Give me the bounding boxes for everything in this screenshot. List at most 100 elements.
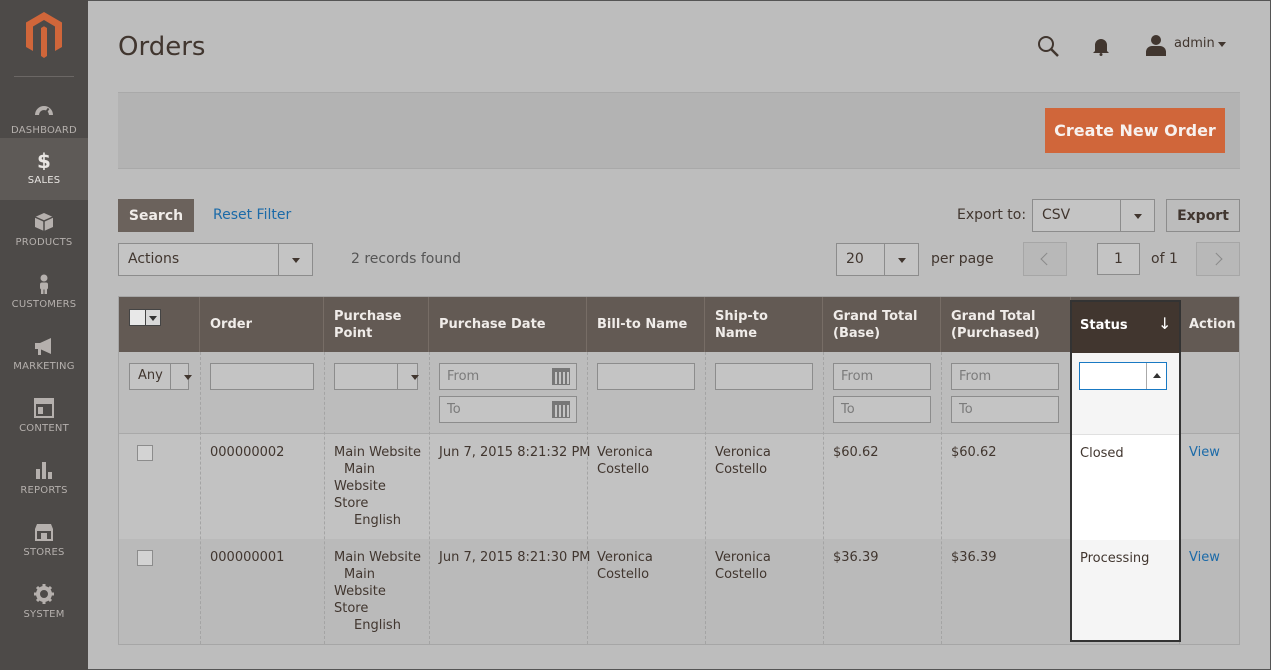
main-content: Orders admin Create New Order Search Res… bbox=[88, 0, 1270, 670]
reset-filter-link[interactable]: Reset Filter bbox=[213, 207, 291, 223]
create-new-order-button[interactable]: Create New Order bbox=[1045, 108, 1225, 153]
column-header-purchase-date[interactable]: Purchase Date bbox=[429, 297, 587, 352]
export-button[interactable]: Export bbox=[1166, 199, 1240, 232]
grand-total-base: $36.39 bbox=[833, 550, 879, 565]
column-divider bbox=[324, 352, 325, 644]
column-divider bbox=[429, 352, 430, 644]
sidebar-item-label: SYSTEM bbox=[23, 609, 65, 620]
view-order-link[interactable]: View bbox=[1189, 549, 1220, 566]
order-filter-input[interactable] bbox=[210, 363, 314, 390]
sort-arrow-down-icon: ↓ bbox=[1158, 314, 1172, 333]
column-header-grand-total-base[interactable]: Grand Total (Base) bbox=[823, 297, 941, 352]
column-divider bbox=[705, 352, 706, 644]
purchase-date-from-input[interactable]: From bbox=[439, 363, 577, 390]
column-header-status[interactable]: Status ↓ bbox=[1072, 302, 1179, 353]
chevron-down-icon bbox=[278, 244, 312, 275]
calendar-icon[interactable] bbox=[552, 401, 570, 418]
mass-actions-select[interactable]: Actions bbox=[118, 243, 313, 276]
status-column-highlight: Status ↓ Closed Processing bbox=[1070, 300, 1181, 642]
bill-to-name: Veronica Costello bbox=[597, 550, 653, 582]
view-order-link[interactable]: View bbox=[1189, 444, 1220, 461]
column-header-grand-total-purchased[interactable]: Grand Total (Purchased) bbox=[941, 297, 1071, 352]
grand-total-base: $60.62 bbox=[833, 445, 879, 460]
chevron-down-icon bbox=[1120, 200, 1154, 231]
ship-to-name: Veronica Costello bbox=[715, 445, 771, 477]
order-status: Closed bbox=[1080, 446, 1124, 461]
box-icon bbox=[34, 213, 54, 231]
bell-icon[interactable] bbox=[1091, 36, 1111, 56]
next-page-button[interactable] bbox=[1196, 242, 1240, 276]
sidebar-item-system[interactable]: SYSTEM bbox=[0, 572, 88, 634]
purchase-point: Main Website Main Website Store English bbox=[334, 445, 421, 528]
sidebar-item-reports[interactable]: REPORTS bbox=[0, 448, 88, 510]
bar-chart-icon bbox=[36, 462, 52, 479]
column-divider bbox=[823, 352, 824, 644]
grand-total-purchased: $36.39 bbox=[951, 550, 997, 565]
order-id: 000000001 bbox=[210, 550, 285, 565]
column-header-ship-to[interactable]: Ship-to Name bbox=[705, 297, 823, 352]
order-id: 000000002 bbox=[210, 445, 285, 460]
purchase-date-to-input[interactable]: To bbox=[439, 396, 577, 423]
search-icon[interactable] bbox=[1036, 34, 1060, 58]
admin-username[interactable]: admin bbox=[1174, 36, 1215, 51]
svg-text:$: $ bbox=[37, 150, 51, 170]
column-divider bbox=[200, 352, 201, 644]
search-button[interactable]: Search bbox=[118, 199, 194, 232]
column-header-action: Action bbox=[1189, 317, 1236, 332]
sidebar-item-customers[interactable]: CUSTOMERS bbox=[0, 262, 88, 324]
grand-total-base-to-input[interactable]: To bbox=[833, 396, 931, 423]
select-filter-any[interactable]: Any bbox=[129, 363, 192, 390]
admin-sidebar: DASHBOARD $ SALES PRODUCTS CUSTOMERS MAR… bbox=[0, 0, 88, 670]
chevron-down-icon[interactable] bbox=[1218, 42, 1226, 47]
mass-select-checkbox[interactable] bbox=[129, 309, 161, 326]
grand-total-purchased-to-input[interactable]: To bbox=[951, 396, 1059, 423]
dollar-icon: $ bbox=[37, 150, 51, 170]
sidebar-item-label: SALES bbox=[27, 175, 61, 186]
status-cell: Processing bbox=[1072, 540, 1179, 640]
bill-to-filter-input[interactable] bbox=[597, 363, 695, 390]
sidebar-item-marketing[interactable]: MARKETING bbox=[0, 324, 88, 386]
magento-logo-icon[interactable] bbox=[22, 10, 66, 60]
status-filter-cell bbox=[1072, 353, 1179, 435]
chevron-down-icon bbox=[397, 364, 419, 389]
previous-page-button[interactable] bbox=[1023, 242, 1067, 276]
export-to-label: Export to: bbox=[957, 207, 1027, 223]
purchase-date: Jun 7, 2015 8:21:32 PM bbox=[439, 445, 591, 460]
grand-total-base-from-input[interactable]: From bbox=[833, 363, 931, 390]
current-page-input[interactable] bbox=[1097, 243, 1140, 275]
column-header-order[interactable]: Order bbox=[200, 297, 324, 352]
user-icon[interactable] bbox=[1144, 34, 1168, 56]
sidebar-item-label: CUSTOMERS bbox=[11, 299, 77, 310]
column-header-bill-to[interactable]: Bill-to Name bbox=[587, 297, 705, 352]
ship-to-filter-input[interactable] bbox=[715, 363, 813, 390]
export-format-select[interactable]: CSV bbox=[1032, 199, 1155, 232]
sidebar-item-label: PRODUCTS bbox=[15, 237, 73, 248]
layout-icon bbox=[34, 398, 54, 418]
sidebar-item-sales[interactable]: $ SALES bbox=[0, 138, 88, 200]
status-filter-select[interactable] bbox=[1079, 362, 1167, 390]
total-pages-label: of 1 bbox=[1151, 251, 1178, 267]
purchase-point-filter-select[interactable] bbox=[334, 363, 419, 390]
bill-to-name: Veronica Costello bbox=[597, 445, 653, 477]
sidebar-item-stores[interactable]: STORES bbox=[0, 510, 88, 572]
column-header-purchase-point[interactable]: Purchase Point bbox=[324, 297, 429, 352]
grand-total-purchased-from-input[interactable]: From bbox=[951, 363, 1059, 390]
purchase-point: Main Website Main Website Store English bbox=[334, 550, 421, 633]
row-select-checkbox[interactable] bbox=[137, 445, 153, 461]
actions-value: Actions bbox=[128, 251, 180, 267]
page-title: Orders bbox=[118, 32, 206, 62]
column-divider bbox=[587, 352, 588, 644]
ship-to-name: Veronica Costello bbox=[715, 550, 771, 582]
dashboard-icon bbox=[35, 106, 53, 116]
chevron-down-icon bbox=[170, 364, 192, 389]
order-status: Processing bbox=[1080, 551, 1150, 566]
row-select-checkbox[interactable] bbox=[137, 550, 153, 566]
sidebar-item-label: REPORTS bbox=[20, 485, 68, 496]
storefront-icon bbox=[35, 524, 53, 541]
calendar-icon[interactable] bbox=[552, 368, 570, 385]
per-page-select[interactable]: 20 bbox=[836, 243, 919, 276]
sidebar-item-content[interactable]: CONTENT bbox=[0, 386, 88, 448]
export-format-value: CSV bbox=[1042, 207, 1071, 223]
gear-icon bbox=[34, 584, 54, 604]
sidebar-item-products[interactable]: PRODUCTS bbox=[0, 200, 88, 262]
